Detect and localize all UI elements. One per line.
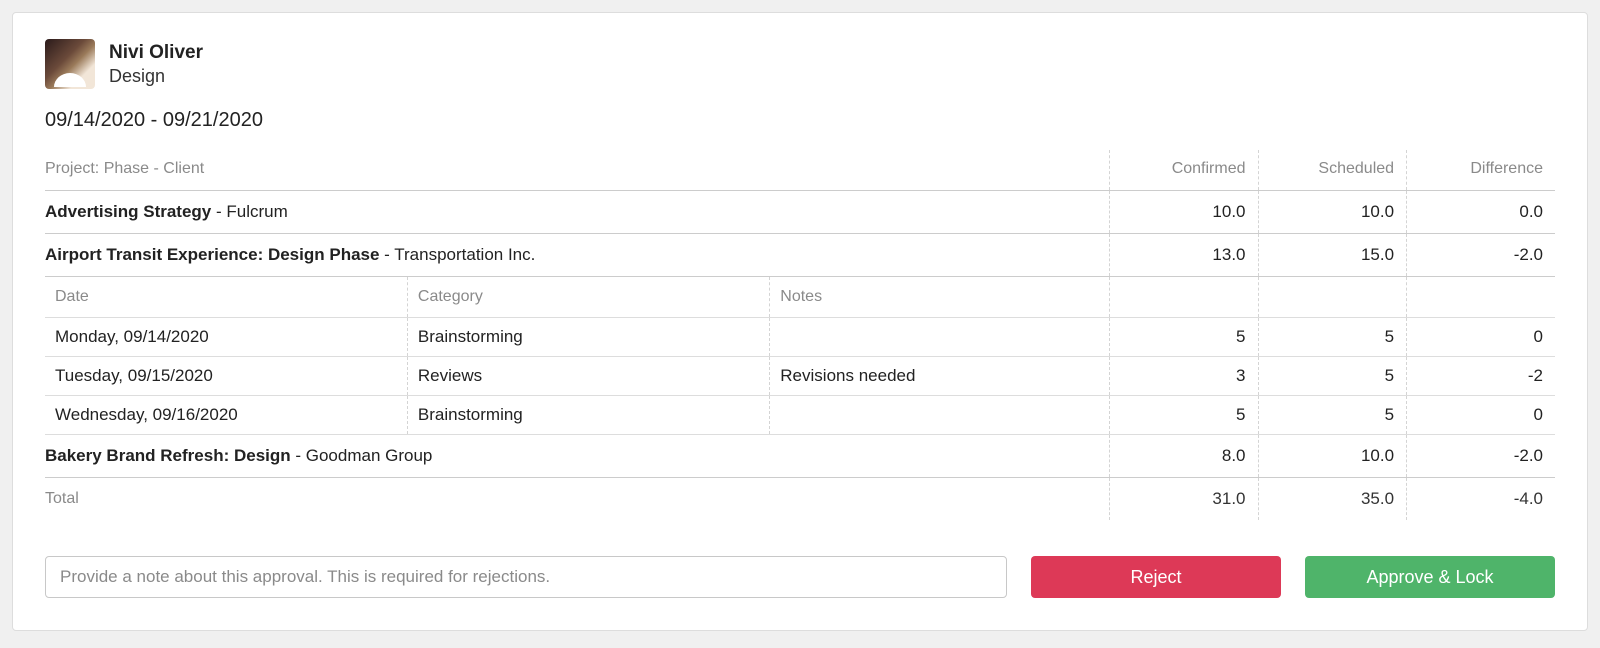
- entry-category: Brainstorming: [407, 396, 769, 435]
- project-difference: -2.0: [1407, 435, 1555, 478]
- total-label: Total: [45, 478, 1110, 521]
- col-date: Date: [45, 277, 407, 318]
- entry-scheduled: 5: [1258, 357, 1407, 396]
- entry-category: Reviews: [407, 357, 769, 396]
- col-difference: Difference: [1407, 150, 1555, 191]
- total-confirmed: 31.0: [1110, 478, 1258, 521]
- entry-confirmed: 5: [1110, 318, 1258, 357]
- entry-row[interactable]: Wednesday, 09/16/2020 Brainstorming 5 5 …: [45, 396, 1555, 435]
- user-name: Nivi Oliver: [109, 41, 203, 65]
- entry-difference: 0: [1407, 318, 1555, 357]
- entry-date: Monday, 09/14/2020: [45, 318, 407, 357]
- timesheet-table: Project: Phase - Client Confirmed Schedu…: [45, 150, 1555, 520]
- project-confirmed: 8.0: [1110, 435, 1258, 478]
- entry-difference: -2: [1407, 357, 1555, 396]
- project-confirmed: 13.0: [1110, 234, 1258, 277]
- col-confirmed: Confirmed: [1110, 150, 1258, 191]
- entry-notes: Revisions needed: [770, 357, 1110, 396]
- entry-category: Brainstorming: [407, 318, 769, 357]
- date-range: 09/14/2020 - 09/21/2020: [45, 109, 1555, 132]
- entry-difference: 0: [1407, 396, 1555, 435]
- project-difference: 0.0: [1407, 191, 1555, 234]
- project-difference: -2.0: [1407, 234, 1555, 277]
- avatar: [45, 39, 95, 89]
- user-text: Nivi Oliver Design: [109, 41, 203, 87]
- timesheet-approval-card: Nivi Oliver Design 09/14/2020 - 09/21/20…: [12, 12, 1588, 631]
- project-scheduled: 15.0: [1258, 234, 1407, 277]
- project-row[interactable]: Bakery Brand Refresh: Design - Goodman G…: [45, 435, 1555, 478]
- user-block: Nivi Oliver Design: [45, 39, 1555, 89]
- reject-button[interactable]: Reject: [1031, 556, 1281, 598]
- col-category: Category: [407, 277, 769, 318]
- entry-scheduled: 5: [1258, 318, 1407, 357]
- total-scheduled: 35.0: [1258, 478, 1407, 521]
- entry-date: Tuesday, 09/15/2020: [45, 357, 407, 396]
- total-row: Total 31.0 35.0 -4.0: [45, 478, 1555, 521]
- entry-confirmed: 5: [1110, 396, 1258, 435]
- project-name: Advertising Strategy: [45, 202, 211, 221]
- project-row[interactable]: Airport Transit Experience: Design Phase…: [45, 234, 1555, 277]
- user-role: Design: [109, 65, 203, 88]
- project-client: - Transportation Inc.: [379, 245, 535, 264]
- actions-row: Reject Approve & Lock: [45, 556, 1555, 598]
- approve-lock-button[interactable]: Approve & Lock: [1305, 556, 1555, 598]
- project-name: Airport Transit Experience: Design Phase: [45, 245, 379, 264]
- project-client: - Goodman Group: [291, 446, 433, 465]
- col-scheduled: Scheduled: [1258, 150, 1407, 191]
- col-project: Project: Phase - Client: [45, 150, 1110, 191]
- total-difference: -4.0: [1407, 478, 1555, 521]
- entry-row[interactable]: Tuesday, 09/15/2020 Reviews Revisions ne…: [45, 357, 1555, 396]
- project-name: Bakery Brand Refresh: Design: [45, 446, 291, 465]
- approval-note-input[interactable]: [45, 556, 1007, 598]
- project-client: - Fulcrum: [211, 202, 288, 221]
- entry-scheduled: 5: [1258, 396, 1407, 435]
- entry-date: Wednesday, 09/16/2020: [45, 396, 407, 435]
- col-notes: Notes: [770, 277, 1110, 318]
- project-scheduled: 10.0: [1258, 191, 1407, 234]
- project-scheduled: 10.0: [1258, 435, 1407, 478]
- entry-notes: [770, 318, 1110, 357]
- entries-header-row: Date Category Notes: [45, 277, 1555, 318]
- project-confirmed: 10.0: [1110, 191, 1258, 234]
- entry-confirmed: 3: [1110, 357, 1258, 396]
- project-row[interactable]: Advertising Strategy - Fulcrum 10.0 10.0…: [45, 191, 1555, 234]
- entry-notes: [770, 396, 1110, 435]
- entry-row[interactable]: Monday, 09/14/2020 Brainstorming 5 5 0: [45, 318, 1555, 357]
- table-header-row: Project: Phase - Client Confirmed Schedu…: [45, 150, 1555, 191]
